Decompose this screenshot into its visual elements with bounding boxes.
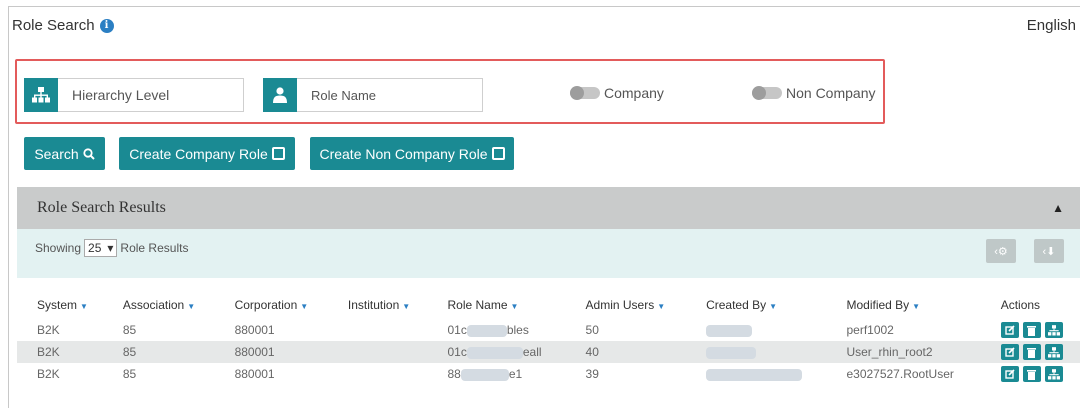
- cell-admin-users: 40: [565, 341, 687, 363]
- column-header-system[interactable]: System ▼: [17, 291, 103, 319]
- hierarchy-level-input[interactable]: Hierarchy Level: [58, 78, 244, 112]
- search-icon: [83, 147, 95, 160]
- edit-icon: [271, 147, 285, 160]
- search-button-label: Search: [34, 145, 79, 162]
- table-row: B2K 85 880001 88 e1 39 e3027527.RootUser: [17, 363, 1080, 385]
- cell-role-name[interactable]: 01c eall: [427, 341, 566, 363]
- search-button[interactable]: Search: [24, 137, 105, 170]
- cell-actions: [981, 319, 1080, 341]
- column-header-corporation[interactable]: Corporation ▼: [215, 291, 328, 319]
- cell-modified-by: e3027527.RootUser: [846, 367, 954, 381]
- results-title: Role Search Results: [37, 199, 166, 216]
- cell-created-by: [686, 319, 826, 341]
- results-table: System ▼ Association ▼ Corporation ▼ Instit…: [17, 291, 1080, 385]
- company-toggle[interactable]: Company: [570, 85, 664, 101]
- create-company-role-label: Create Company Role: [129, 145, 268, 162]
- download-icon: ‹⬇: [1042, 245, 1056, 258]
- cell-modified-by: User_rhin_root2: [826, 341, 981, 363]
- cell-institution: [328, 319, 428, 341]
- column-header-actions: Actions: [1000, 298, 1041, 312]
- cell-corporation: 880001: [214, 341, 328, 363]
- column-header-modified-by[interactable]: Modified By ▼: [826, 291, 980, 319]
- cell-actions: [980, 341, 1080, 363]
- info-icon[interactable]: i: [99, 18, 114, 33]
- hierarchy-icon[interactable]: [1044, 366, 1063, 382]
- column-settings-button[interactable]: ‹⚙: [986, 239, 1016, 263]
- hierarchy-icon[interactable]: [1044, 322, 1063, 338]
- delete-icon[interactable]: [1022, 344, 1041, 360]
- collapse-caret-icon[interactable]: ▲: [1052, 201, 1064, 215]
- create-non-company-role-button[interactable]: Create Non Company Role: [310, 137, 514, 170]
- cell-association: 85: [122, 323, 137, 337]
- cell-institution: [327, 341, 428, 363]
- non-company-toggle[interactable]: Non Company: [752, 85, 876, 101]
- column-header-role-name[interactable]: Role Name ▼: [427, 291, 565, 319]
- non-company-toggle-label: Non Company: [786, 85, 876, 101]
- column-header-admin-users[interactable]: Admin Users ▼: [566, 291, 687, 319]
- edit-icon[interactable]: [1000, 322, 1019, 338]
- results-panel-header[interactable]: Role Search Results ▲: [17, 187, 1080, 229]
- delete-icon[interactable]: [1022, 366, 1041, 382]
- table-row: B2K 85 880001 01c eall 40 User_rhin_root2: [17, 341, 1080, 363]
- create-non-company-role-label: Create Non Company Role: [319, 145, 488, 162]
- results-toolbar: Showing 25 ▾ Role Results ‹⚙ ‹⬇: [17, 229, 1080, 278]
- edit-icon[interactable]: [1000, 366, 1019, 382]
- edit-icon: [491, 147, 505, 160]
- hierarchy-icon[interactable]: [1044, 344, 1063, 360]
- role-name-field[interactable]: Role Name: [263, 78, 483, 112]
- cell-institution: [328, 363, 428, 385]
- delete-icon[interactable]: [1022, 322, 1041, 338]
- cell-system: B2K: [17, 341, 103, 363]
- cell-admin-users: 50: [585, 323, 599, 337]
- cell-modified-by: perf1002: [846, 323, 894, 337]
- page-title: Role Search: [12, 17, 95, 34]
- column-header-institution[interactable]: Institution ▼: [328, 291, 428, 319]
- showing-prefix: Showing: [35, 241, 82, 255]
- gear-icon: ‹⚙: [994, 245, 1008, 258]
- cell-system: B2K: [37, 367, 60, 381]
- company-toggle-label: Company: [604, 85, 664, 101]
- cell-system: B2K: [37, 323, 60, 337]
- table-row: B2K 85 880001 01c bles 50 perf1002: [17, 319, 1080, 341]
- chevron-down-icon: ▾: [107, 241, 114, 255]
- cell-corporation: 880001: [234, 367, 275, 381]
- language-selector[interactable]: English: [1027, 17, 1076, 34]
- cell-role-name[interactable]: 01c bles: [427, 319, 565, 341]
- hierarchy-icon: [24, 78, 58, 112]
- user-icon: [263, 78, 297, 112]
- cell-created-by: [686, 341, 827, 363]
- cell-created-by: [686, 363, 826, 385]
- results-panel: Role Search Results ▲ Showing 25 ▾ Role R…: [17, 187, 1080, 408]
- page-size-select[interactable]: 25 ▾: [84, 239, 118, 257]
- cell-association: 85: [102, 341, 215, 363]
- cell-association: 85: [122, 367, 137, 381]
- cell-role-name[interactable]: 88 e1: [427, 363, 565, 385]
- table-header-row: System ▼ Association ▼ Corporation ▼ Instit…: [17, 291, 1080, 319]
- cell-actions: [981, 363, 1080, 385]
- column-header-association[interactable]: Association ▼: [103, 291, 215, 319]
- page-size-value: 25: [88, 241, 102, 255]
- non-company-switch[interactable]: [752, 86, 782, 100]
- column-header-created-by[interactable]: Created By ▼: [686, 291, 826, 319]
- hierarchy-level-field[interactable]: Hierarchy Level: [24, 78, 244, 112]
- cell-admin-users: 39: [585, 367, 599, 381]
- role-name-input[interactable]: Role Name: [297, 78, 483, 112]
- company-switch[interactable]: [570, 86, 600, 100]
- cell-corporation: 880001: [234, 323, 275, 337]
- edit-icon[interactable]: [1000, 344, 1019, 360]
- showing-text: Showing 25 ▾ Role Results: [35, 239, 188, 257]
- create-company-role-button[interactable]: Create Company Role: [119, 137, 295, 170]
- page-title-bar: Role Search i: [12, 17, 114, 34]
- showing-suffix: Role Results: [120, 241, 189, 255]
- download-button[interactable]: ‹⬇: [1034, 239, 1064, 263]
